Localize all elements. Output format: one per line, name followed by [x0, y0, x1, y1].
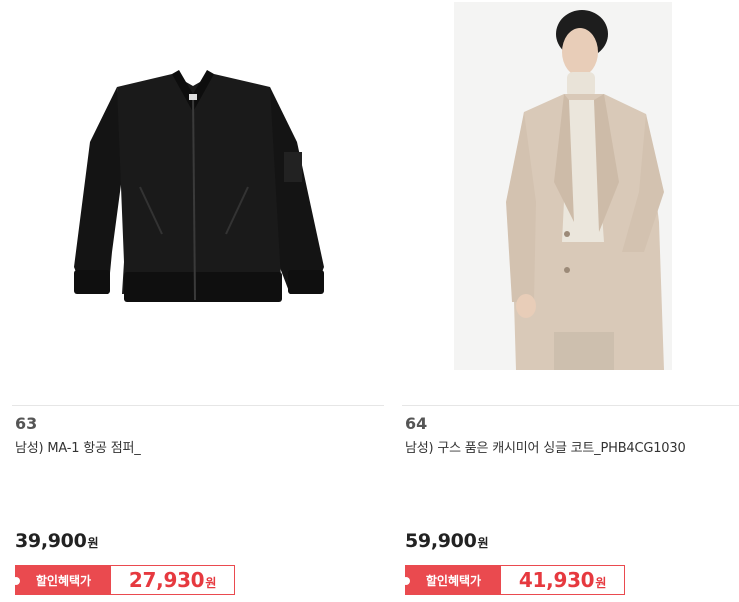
discount-benefit-box: 할인혜택가 27,930 원	[12, 565, 235, 595]
benefit-label: 할인혜택가	[35, 573, 92, 588]
discount-price-value: 27,930	[128, 568, 205, 592]
benefit-tag: 할인혜택가	[402, 566, 501, 594]
price-value: 39,900	[15, 530, 87, 552]
product-card[interactable]: 63 남성) MA-1 항공 점퍼_ 39,900원 할인혜택가 27,930 원	[12, 0, 384, 602]
divider	[402, 405, 739, 406]
rank-number: 63	[15, 414, 38, 433]
discount-price-currency: 원	[205, 575, 217, 590]
product-price: 39,900원	[15, 530, 99, 552]
price-currency: 원	[477, 536, 489, 550]
price-currency: 원	[87, 536, 99, 550]
divider	[12, 405, 384, 406]
wool-coat-model-image	[454, 2, 672, 370]
price-value: 59,900	[405, 530, 477, 552]
benefit-tag: 할인혜택가	[12, 566, 111, 594]
discount-benefit-box: 할인혜택가 41,930 원	[402, 565, 625, 595]
dot-icon	[402, 577, 410, 585]
product-image[interactable]	[12, 2, 354, 370]
discount-price-value: 41,930	[518, 568, 595, 592]
dot-icon	[12, 577, 20, 585]
discount-price: 41,930 원	[501, 566, 624, 594]
product-image[interactable]	[454, 2, 672, 370]
discount-price-currency: 원	[595, 575, 607, 590]
benefit-label: 할인혜택가	[425, 573, 482, 588]
bomber-jacket-image	[74, 70, 324, 302]
discount-price: 27,930 원	[111, 566, 234, 594]
product-name[interactable]: 남성) MA-1 항공 점퍼_	[15, 437, 141, 456]
product-name[interactable]: 남성) 구스 품은 캐시미어 싱글 코트_PHB4CG1030	[405, 437, 686, 456]
product-card[interactable]: 64 남성) 구스 품은 캐시미어 싱글 코트_PHB4CG1030 59,90…	[402, 0, 739, 602]
product-price: 59,900원	[405, 530, 489, 552]
rank-number: 64	[405, 414, 428, 433]
